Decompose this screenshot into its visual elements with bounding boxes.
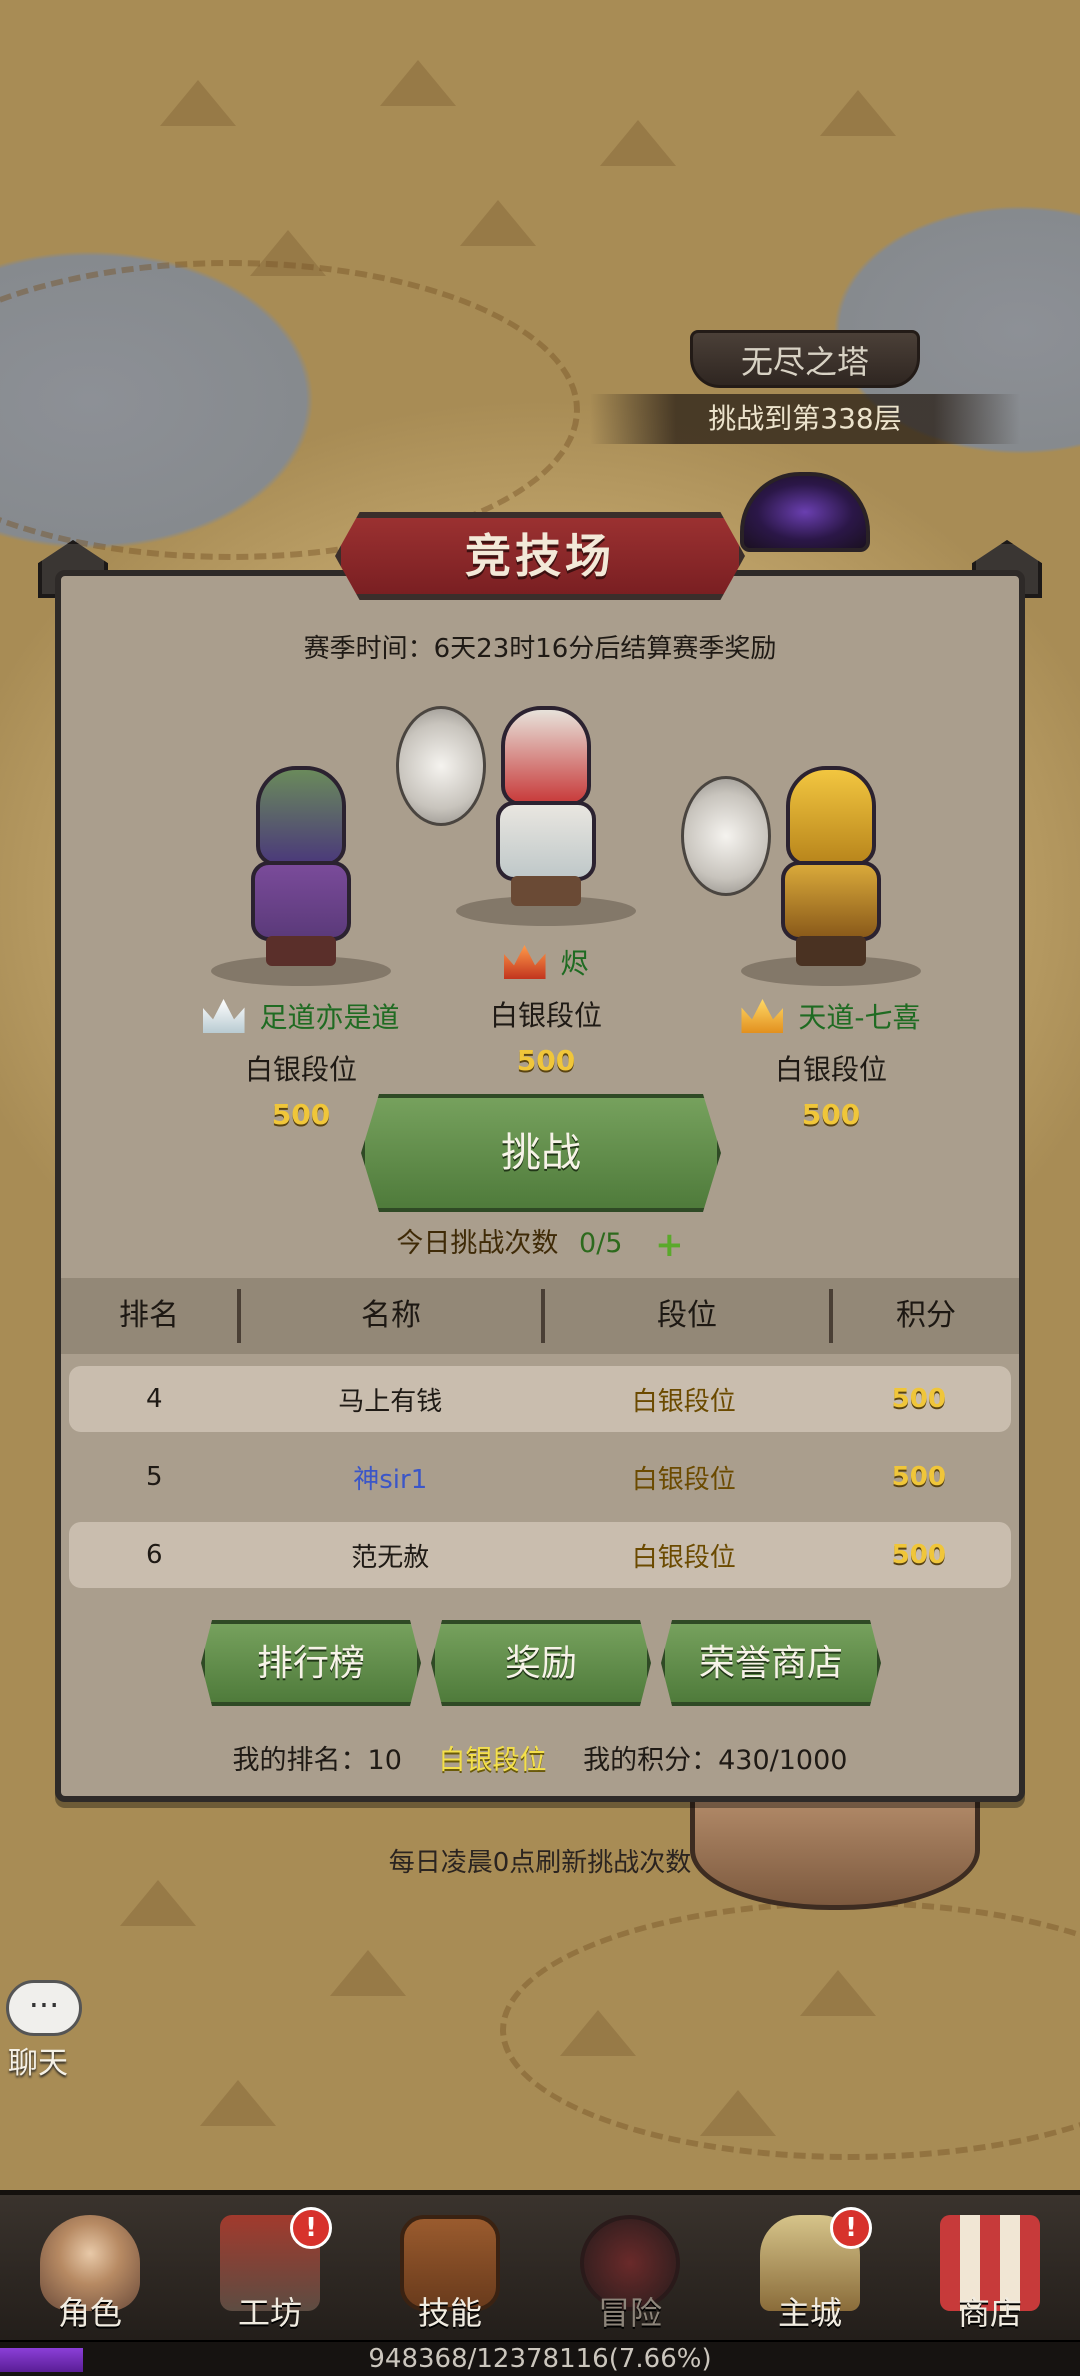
- opponent-3-tier: 白银段位: [774, 1053, 887, 1086]
- workshop-alert-badge: !: [290, 2207, 332, 2249]
- row-score: 500: [891, 1462, 946, 1492]
- tower-progress: 挑战到第338层: [590, 394, 1020, 444]
- opponent-2-name: 烬: [560, 947, 589, 980]
- opponent-2-tier: 白银段位: [489, 999, 602, 1032]
- opponent-1-tier: 白银段位: [244, 1053, 357, 1086]
- opponent-2-name-row: 烬: [416, 942, 676, 982]
- opponent-3-name-row: 天道-七喜: [701, 996, 961, 1036]
- opponent-2-avatar[interactable]: [396, 706, 626, 906]
- honor-shop-button[interactable]: 荣誉商店: [661, 1620, 881, 1706]
- table-row[interactable]: 5 神sir1 白银段位 500: [69, 1444, 1011, 1510]
- leaderboard-button[interactable]: 排行榜: [201, 1620, 421, 1706]
- chat-bubble-icon[interactable]: ···: [6, 1980, 82, 2036]
- nav-shop-label: 商店: [957, 2294, 1022, 2332]
- opponent-card-2[interactable]: 烬 白银段位 500: [396, 636, 676, 1116]
- add-attempts-icon[interactable]: +: [655, 1225, 684, 1265]
- row-tier: 白银段位: [631, 1542, 736, 1573]
- my-tier: 白银段位: [438, 1745, 547, 1776]
- nav-main-city[interactable]: ! 主城: [720, 2195, 900, 2340]
- row-rank: 6: [146, 1540, 163, 1570]
- tower-title: 无尽之塔: [690, 330, 920, 388]
- opponent-3-score: 500: [801, 1098, 861, 1131]
- nav-skills-label: 技能: [417, 2294, 482, 2332]
- row-name: 马上有钱: [338, 1386, 443, 1417]
- row-rank: 4: [146, 1384, 163, 1414]
- opponent-2-score: 500: [516, 1044, 576, 1077]
- header-rank: 排名: [61, 1289, 241, 1343]
- row-score: 500: [891, 1540, 946, 1570]
- ranking-table-header: 排名 名称 段位 积分: [61, 1278, 1019, 1354]
- row-tier: 白银段位: [631, 1386, 736, 1417]
- red-crown-icon: [503, 945, 546, 979]
- main-city-alert-badge: !: [830, 2207, 872, 2249]
- nav-skills[interactable]: 技能: [360, 2195, 540, 2340]
- opponent-1-name: 足道亦是道: [259, 1001, 400, 1034]
- arena-title: 竞技场: [335, 512, 745, 600]
- opponent-card-3[interactable]: 天道-七喜 白银段位 500: [681, 686, 961, 1166]
- chat-label[interactable]: 聊天: [8, 2038, 68, 2082]
- opponent-3-avatar[interactable]: [681, 766, 911, 966]
- table-row[interactable]: 4 马上有钱 白银段位 500: [69, 1366, 1011, 1432]
- nav-workshop-label: 工坊: [237, 2294, 302, 2332]
- experience-bar: 948368/12378116(7.66%): [0, 2340, 1080, 2376]
- refresh-note: 每日凌晨0点刷新挑战次数: [388, 1848, 692, 1878]
- row-name: 神sir1: [353, 1464, 428, 1495]
- my-score: 我的积分：430/1000: [583, 1745, 848, 1776]
- nav-workshop[interactable]: ! 工坊: [180, 2195, 360, 2340]
- nav-shop[interactable]: 商店: [900, 2195, 1080, 2340]
- row-score: 500: [891, 1384, 946, 1414]
- daily-attempts-label: 今日挑战次数: [396, 1228, 559, 1259]
- silver-crown-icon: [202, 999, 245, 1033]
- row-tier: 白银段位: [631, 1464, 736, 1495]
- ranking-table: 4 马上有钱 白银段位 500 5 神sir1 白银段位 500 6 范无赦 白…: [69, 1366, 1011, 1600]
- challenge-button[interactable]: 挑战: [361, 1094, 721, 1212]
- gold-crown-icon: [741, 999, 784, 1033]
- nav-adventure[interactable]: 冒险: [540, 2195, 720, 2340]
- daily-attempts-value: 0/5: [579, 1228, 623, 1259]
- nav-main-city-label: 主城: [777, 2294, 842, 2332]
- opponent-1-name-row: 足道亦是道: [171, 996, 431, 1036]
- header-score: 积分: [896, 1298, 956, 1333]
- header-name: 名称: [241, 1289, 545, 1343]
- bottom-nav: 角色 ! 工坊 技能 冒险 ! 主城 商店: [0, 2190, 1080, 2340]
- nav-adventure-label: 冒险: [597, 2294, 662, 2332]
- opponent-1-avatar[interactable]: [221, 766, 381, 966]
- experience-text: 948368/12378116(7.66%): [368, 2344, 712, 2374]
- arena-panel: 赛季时间：6天23时16分后结算赛季奖励 足道亦是道 白银段位 500 烬 白银…: [55, 570, 1025, 1802]
- row-name: 范无赦: [351, 1542, 430, 1573]
- row-rank: 5: [146, 1462, 163, 1492]
- header-tier: 段位: [545, 1289, 833, 1343]
- table-row[interactable]: 6 范无赦 白银段位 500: [69, 1522, 1011, 1588]
- nav-hero[interactable]: 角色: [0, 2195, 180, 2340]
- nav-hero-label: 角色: [57, 2294, 122, 2332]
- my-rank: 我的排名：10: [232, 1745, 402, 1776]
- rewards-button[interactable]: 奖励: [431, 1620, 651, 1706]
- my-stats: 我的排名：10 白银段位 我的积分：430/1000: [61, 1738, 1019, 1777]
- daily-attempts: 今日挑战次数 0/5 +: [61, 1221, 1019, 1265]
- opponent-3-name: 天道-七喜: [798, 1001, 921, 1034]
- endless-tower-label[interactable]: 无尽之塔 挑战到第338层: [590, 330, 1020, 444]
